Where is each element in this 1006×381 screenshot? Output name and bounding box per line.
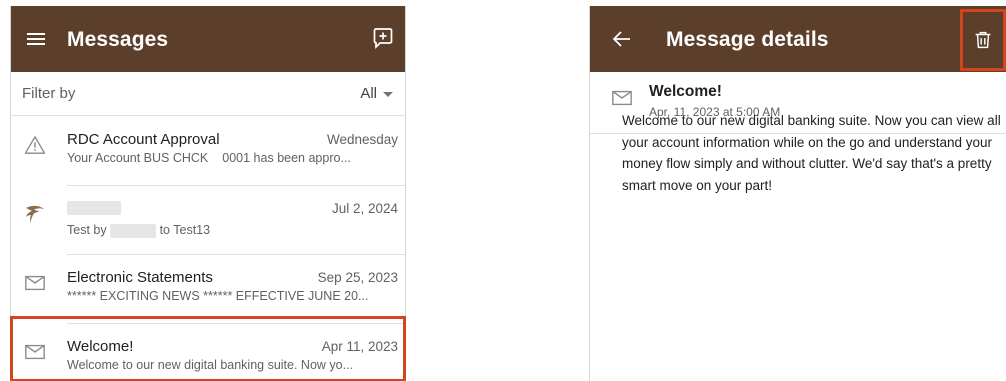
mail-icon [25, 275, 45, 291]
mail-icon [612, 90, 632, 106]
message-details-screen: Message details Welcome! Apr, 11, 2023 a… [589, 6, 1006, 381]
back-arrow-icon[interactable] [610, 27, 634, 51]
menu-icon[interactable] [24, 27, 48, 51]
filter-value: All [360, 85, 377, 102]
message-preview: Test by to Test13 [67, 223, 211, 238]
message-subject: Welcome! [649, 83, 722, 100]
message-title [67, 199, 121, 216]
page-title: Messages [67, 28, 169, 51]
warning-icon [24, 136, 46, 154]
message-item-electronic-statements[interactable]: Electronic Statements Sep 25, 2023 *****… [11, 255, 405, 324]
message-date: Wednesday [326, 132, 398, 147]
selected-message-highlight [10, 316, 406, 381]
message-title: Electronic Statements [67, 269, 213, 286]
delete-button[interactable] [960, 9, 1006, 71]
chevron-down-icon [383, 92, 393, 97]
message-item-rdc-approval[interactable]: RDC Account Approval Wednesday Your Acco… [11, 117, 405, 186]
redacted-name [110, 223, 157, 238]
filter-dropdown[interactable]: All [360, 85, 393, 102]
message-body: Welcome to our new digital banking suite… [622, 113, 1001, 193]
filter-row: Filter by All [11, 72, 405, 116]
message-preview: Your Account BUS CHCK 0001 has been appro… [67, 151, 351, 165]
message-title: RDC Account Approval [67, 131, 220, 148]
compose-message-icon[interactable] [371, 26, 395, 50]
page-title: Message details [666, 28, 829, 51]
trash-icon [975, 31, 991, 49]
message-preview: ****** EXCITING NEWS ****** EFFECTIVE JU… [67, 289, 369, 303]
filter-label: Filter by [22, 85, 76, 102]
message-date: Jul 2, 2024 [331, 201, 398, 216]
message-date: Sep 25, 2023 [317, 270, 398, 285]
eagle-logo-icon [26, 205, 44, 223]
messages-app-bar: Messages [11, 6, 405, 72]
redacted-name [67, 201, 121, 216]
message-item-test[interactable]: Jul 2, 2024 Test by to Test13 [11, 186, 405, 255]
details-app-bar: Message details [590, 6, 1006, 72]
